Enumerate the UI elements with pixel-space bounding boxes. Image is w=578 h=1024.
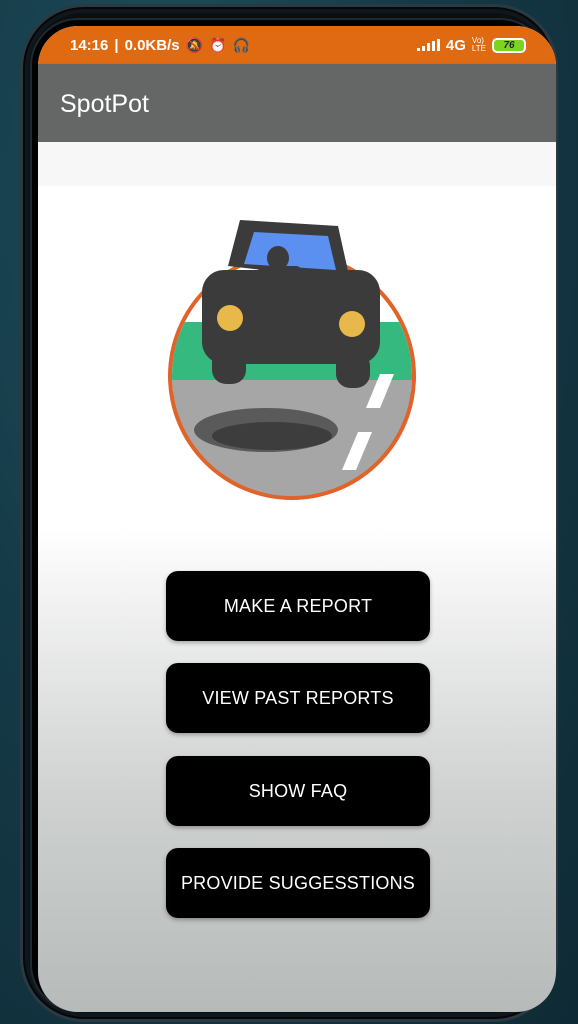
headphones-icon: 🎧 — [232, 36, 250, 53]
battery-icon: 76 — [492, 37, 526, 53]
status-bar: 14:16 | 0.0KB/s 🔕 ⏰ 🎧 4G Vo) LTE 76 — [38, 26, 556, 64]
notifications-off-icon: 🔕 — [185, 36, 204, 53]
view-past-reports-button[interactable]: VIEW PAST REPORTS — [166, 663, 430, 733]
provide-suggestions-button[interactable]: PROVIDE SUGGESSTIONS — [166, 848, 430, 918]
show-faq-button[interactable]: SHOW FAQ — [166, 756, 430, 826]
status-separator: | — [114, 36, 119, 54]
top-band — [38, 142, 556, 186]
status-left: 14:16 | 0.0KB/s 🔕 ⏰ 🎧 — [70, 37, 250, 54]
battery-level: 76 — [503, 39, 515, 51]
network-type: 4G — [445, 36, 466, 54]
make-report-button[interactable]: MAKE A REPORT — [166, 571, 430, 641]
status-time: 14:16 — [70, 36, 109, 54]
app-bar: SpotPot — [38, 64, 556, 142]
screen: 14:16 | 0.0KB/s 🔕 ⏰ 🎧 4G Vo) LTE 76 SpotP… — [38, 26, 556, 1012]
car-pothole-icon — [168, 220, 416, 500]
signal-icon — [416, 39, 440, 51]
alarm-icon: ⏰ — [209, 36, 227, 53]
status-right: 4G Vo) LTE 76 — [416, 36, 526, 54]
status-speed: 0.0KB/s — [124, 36, 180, 54]
volte-icon: Vo) LTE — [471, 36, 486, 53]
app-title: SpotPot — [60, 90, 149, 118]
